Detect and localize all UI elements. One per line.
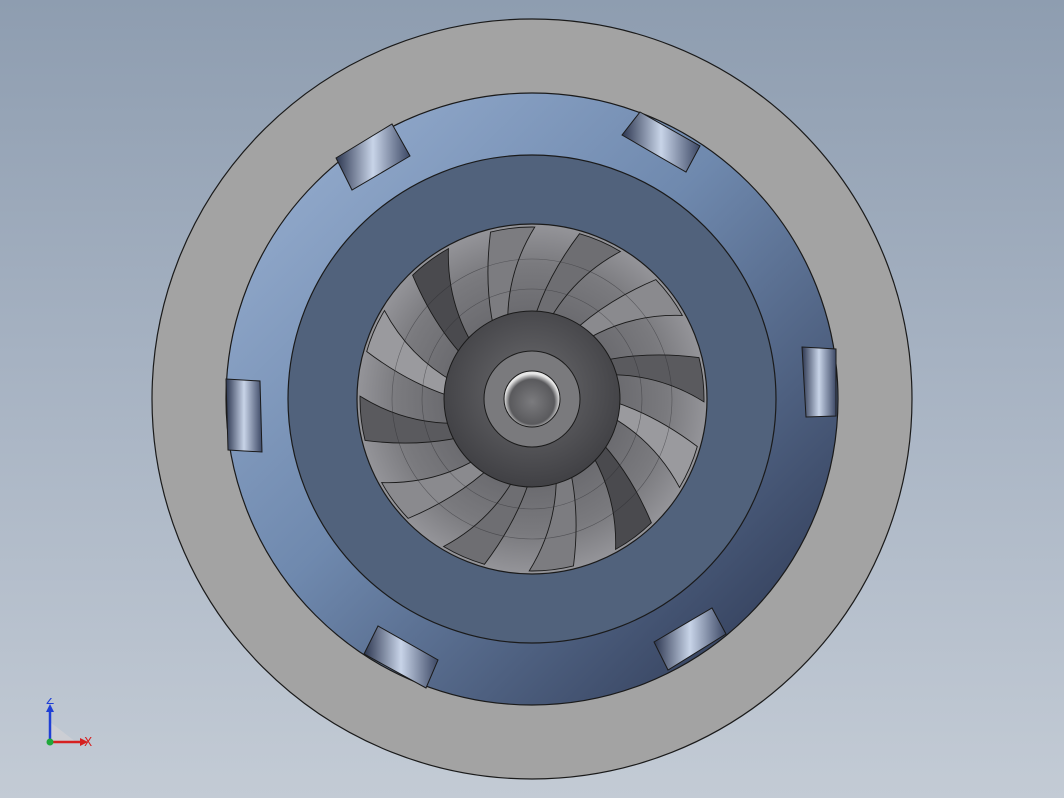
graphics-viewport[interactable]: Z X: [0, 0, 1064, 798]
slot: [225, 378, 263, 453]
model-view[interactable]: [0, 0, 1064, 798]
origin-marker: [46, 738, 54, 746]
z-axis-label: Z: [46, 698, 54, 707]
shaft-bore: [503, 370, 561, 428]
slot: [801, 346, 837, 418]
coordinate-triad: Z X: [46, 698, 92, 749]
x-axis-label: X: [84, 735, 92, 749]
